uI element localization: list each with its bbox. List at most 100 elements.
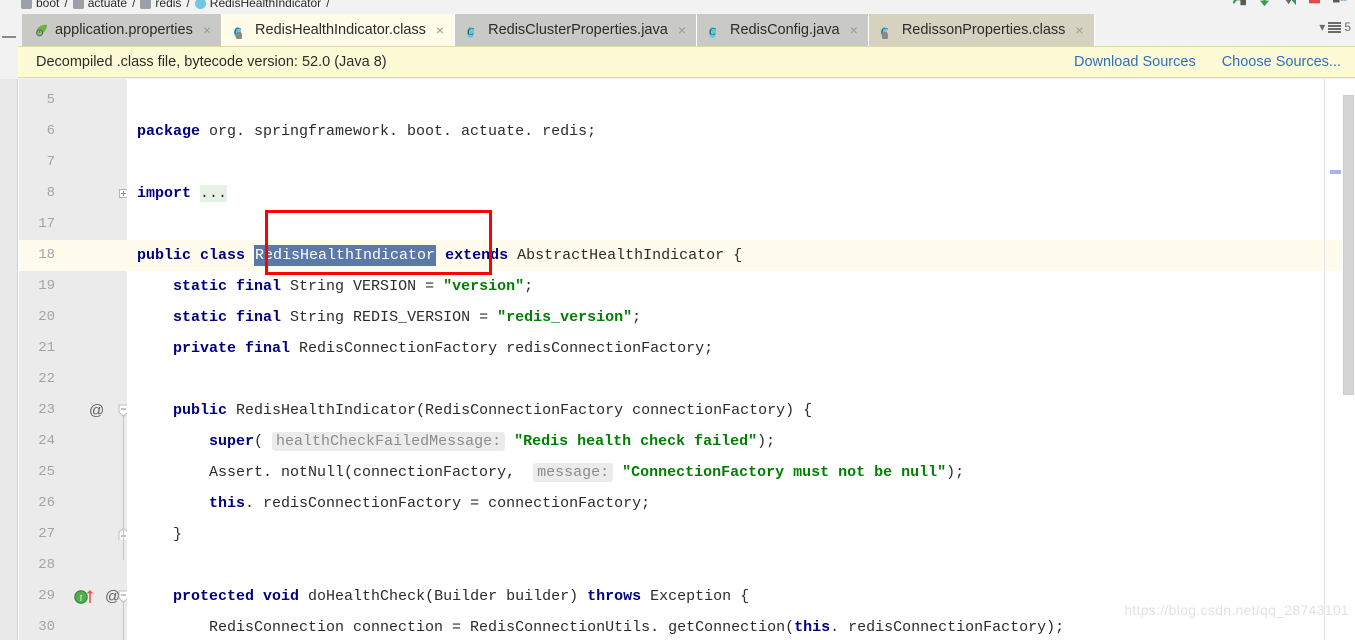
keyword-token: public class [137,247,255,264]
keyword-token: package [137,123,210,140]
code-line[interactable]: import ... [127,178,1355,209]
code-line[interactable]: this. redisConnectionFactory = connectio… [127,488,1355,519]
breadcrumb-separator: / [326,0,330,10]
debug-step-into-icon[interactable] [1257,0,1272,8]
stop-icon[interactable] [1307,0,1322,8]
gutter-line[interactable]: 19 [19,271,127,302]
code-line[interactable]: package org. springframework. boot. actu… [127,116,1355,147]
code-line[interactable] [127,85,1355,116]
gutter-line[interactable]: 26 [19,488,127,519]
code-line[interactable] [127,147,1355,178]
keyword-token: public [173,402,237,419]
breadcrumb-item-0[interactable]: boot [18,0,62,10]
code-line[interactable]: super( healthCheckFailedMessage: "Redis … [127,426,1355,457]
line-number: 17 [38,216,55,232]
tab-list-icon[interactable] [1328,22,1342,33]
gutter-line[interactable]: 21 [19,333,127,364]
tab-overflow-control[interactable]: ▾ 5 [1319,20,1351,34]
scrollbar-thumb[interactable] [1343,95,1354,395]
tab-redishealthindicator-class[interactable]: C RedisHealthIndicator.class × [222,14,456,46]
tab-list: application.properties × C RedisHealthIn… [22,14,1095,46]
debug-toolbar[interactable] [1232,0,1347,12]
code-line[interactable]: Assert. notNull(connectionFactory, messa… [127,457,1355,488]
code-token: ... [200,185,228,202]
tab-redisconfig-java[interactable]: C RedisConfig.java × [697,14,869,46]
breadcrumb-label-3: RedisHealthIndicator [209,0,322,10]
code-token: Assert. notNull(connectionFactory, [209,464,534,481]
parameter-hint: message: [533,463,614,482]
breadcrumb-item-1[interactable]: actuate [70,0,130,10]
debug-step-out-icon[interactable] [1282,0,1297,8]
breadcrumb-item-2[interactable]: redis [137,0,184,10]
code-line[interactable]: } [127,519,1355,550]
gutter-line[interactable]: 5 [19,85,127,116]
gutter-line[interactable]: 25 [19,457,127,488]
gutter-line[interactable]: 20 [19,302,127,333]
code-line[interactable] [127,364,1355,395]
tab-redissonproperties-class[interactable]: C RedissonProperties.class × [868,14,1095,46]
code-editor[interactable]: 5 6 7 8 17 18 19 20 21 22 23 @ 24 25 26 27 28 29 I @30 pack… [0,79,1355,640]
gutter-line[interactable]: 22 [19,364,127,395]
gutter-line[interactable]: 23 @ [19,395,127,426]
editor-right-separator [1324,79,1325,640]
watermark-text: https://blog.csdn.net/qq_28743101 [1124,602,1349,618]
code-token: RedisConnectionFactory redisConnectionFa… [299,340,714,357]
gutter-line[interactable]: 29 I @ [19,581,127,612]
tab-close-icon[interactable]: × [1075,23,1083,37]
code-line[interactable]: private final RedisConnectionFactory red… [127,333,1355,364]
line-number: 21 [38,340,55,356]
tab-close-icon[interactable]: × [203,23,211,37]
code-content[interactable]: package org. springframework. boot. actu… [127,79,1355,640]
tab-label: application.properties [55,22,193,38]
tab-application-properties[interactable]: application.properties × [22,14,223,46]
layout-icon[interactable] [1332,0,1347,8]
code-line[interactable]: static final String REDIS_VERSION = "red… [127,302,1355,333]
gutter-line[interactable]: 24 [19,426,127,457]
download-sources-link[interactable]: Download Sources [1074,54,1196,70]
folder-icon [140,0,152,9]
top-strip: boot / actuate / redis / RedisHealthIndi… [0,0,1355,14]
editor-vertical-scrollbar[interactable] [1342,83,1355,635]
gutter-line[interactable]: 7 [19,147,127,178]
keyword-token: static final [173,278,291,295]
breadcrumb-item-3[interactable]: RedisHealthIndicator [192,0,324,10]
keyword-token: static final [173,309,291,326]
code-token: . redisConnectionFactory = connectionFac… [245,495,651,512]
keyword-token: this [794,619,831,636]
editor-gutter[interactable]: 5 6 7 8 17 18 19 20 21 22 23 @ 24 25 26 27 28 29 I @30 [19,79,128,640]
annotation-at-icon[interactable]: @ [89,395,104,426]
line-number: 6 [46,123,55,139]
chevron-down-icon[interactable]: ▾ [1319,20,1325,34]
breadcrumb-label-0: boot [36,0,60,10]
code-token: Exception { [650,588,750,605]
tab-close-icon[interactable]: × [850,23,858,37]
tab-close-icon[interactable]: × [678,23,686,37]
gutter-line[interactable]: 6 [19,116,127,147]
choose-sources-link[interactable]: Choose Sources... [1222,54,1341,70]
breadcrumb[interactable]: boot / actuate / redis / RedisHealthIndi… [18,0,330,12]
gutter-line[interactable]: 27 [19,519,127,550]
code-token: RedisHealthIndicator(RedisConnectionFact… [236,402,813,419]
gutter-line[interactable]: 17 [19,209,127,240]
banner-actions: Download Sources Choose Sources... [1074,54,1341,70]
gutter-line[interactable]: 30 [19,612,127,640]
line-number: 8 [46,185,55,201]
keyword-token: this [209,495,246,512]
line-number: 20 [38,309,55,325]
gutter-line[interactable]: 8 [19,178,128,209]
code-line[interactable] [127,550,1355,581]
gutter-line[interactable]: 28 [19,550,127,581]
class-icon: C [709,26,716,38]
collapse-icon[interactable] [2,36,16,38]
tab-close-icon[interactable]: × [436,23,444,37]
debug-step-over-icon[interactable] [1232,0,1247,8]
code-line[interactable]: public RedisHealthIndicator(RedisConnect… [127,395,1355,426]
code-line[interactable]: static final String VERSION = "version"; [127,271,1355,302]
class-locked-icon: C [880,26,888,38]
scrollbar-marker[interactable] [1330,170,1341,174]
tab-redisclusterproperties-java[interactable]: C RedisClusterProperties.java × [455,14,697,46]
gutter-line[interactable]: 18 [19,240,127,271]
